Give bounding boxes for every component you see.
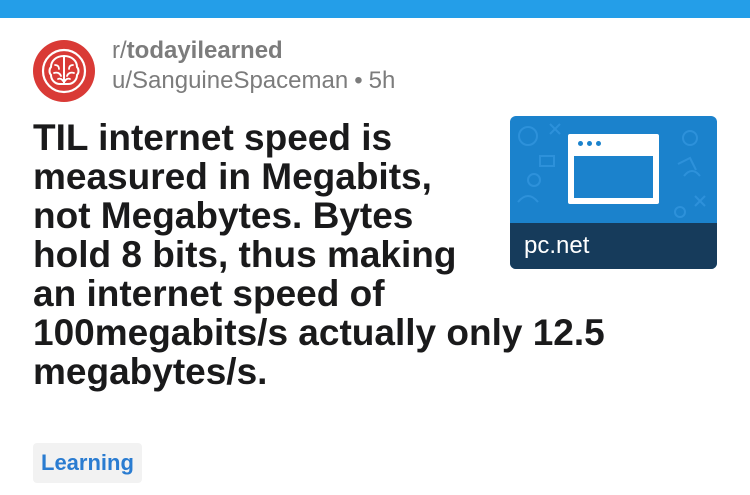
byline: u/SanguineSpaceman • 5h [112,66,395,96]
author-link[interactable]: u/SanguineSpaceman [112,67,348,94]
post-meta: r/todayilearned u/SanguineSpaceman • 5h [112,36,395,96]
link-thumbnail[interactable]: pc.net [510,116,717,269]
subreddit-prefix: r/ [112,37,127,64]
subreddit-name: todayilearned [126,37,283,64]
window-pane [574,156,653,198]
brain-icon [41,48,87,94]
subreddit-link[interactable]: r/todayilearned [112,36,395,66]
top-accent-bar [0,0,750,18]
post-flair[interactable]: Learning [33,443,142,483]
separator-dot: • [354,67,363,94]
subreddit-avatar[interactable] [33,40,95,102]
window-dots [578,141,601,146]
post-age: 5h [368,67,396,94]
thumbnail-domain: pc.net [510,223,717,269]
browser-window-icon [568,134,659,204]
